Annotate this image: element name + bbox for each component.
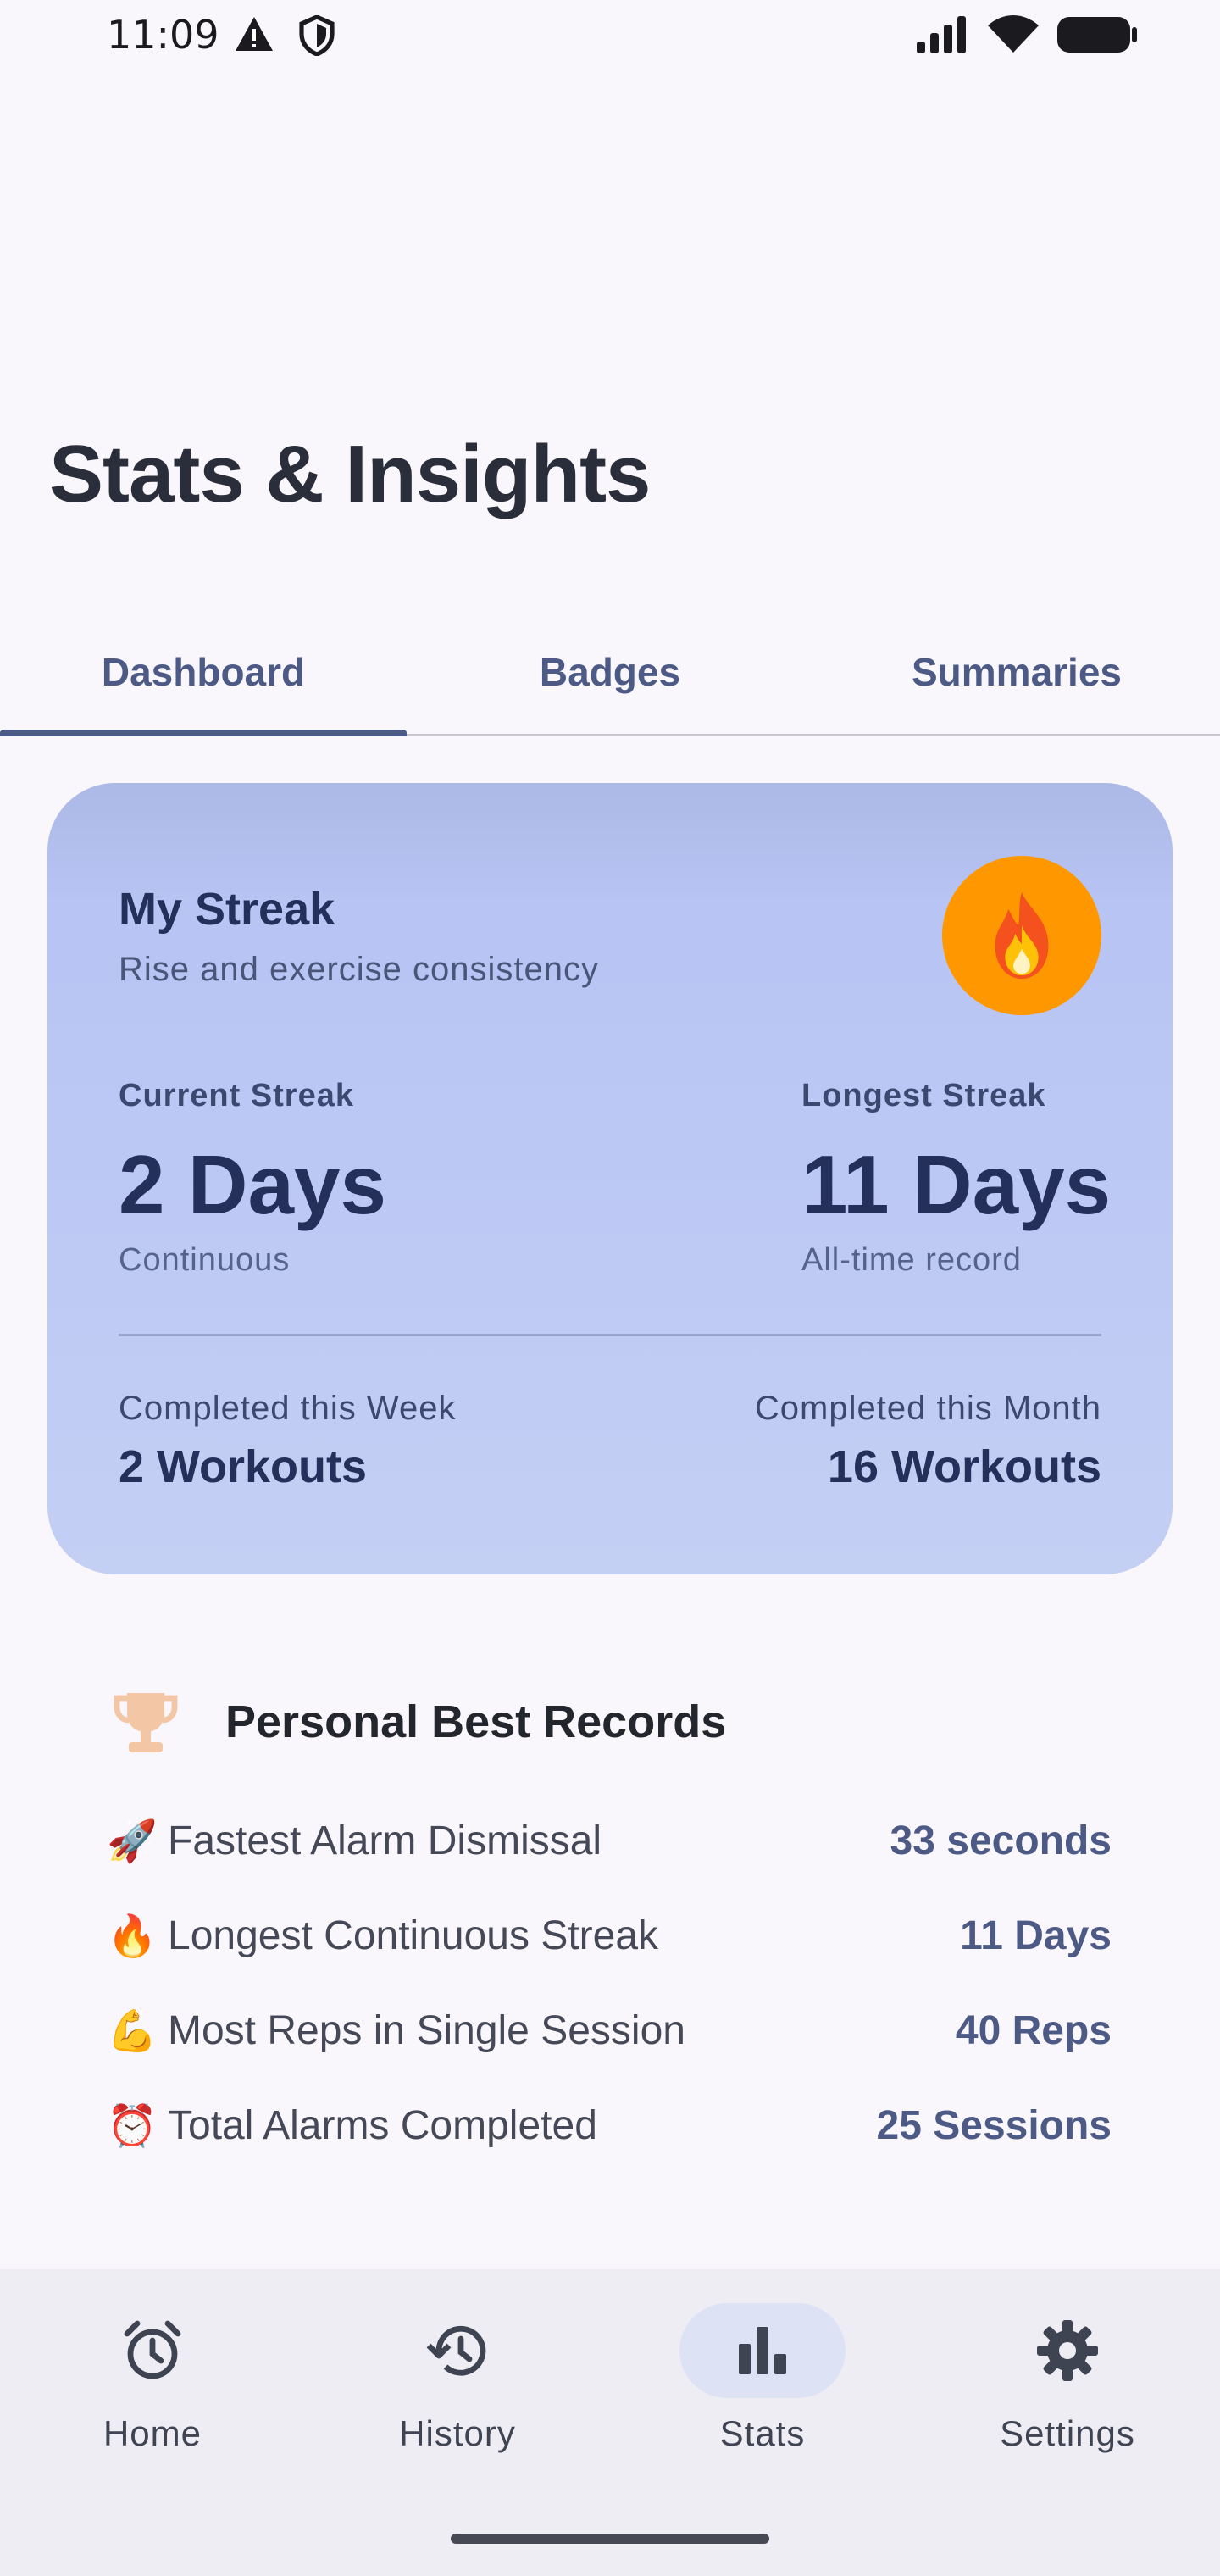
bottom-navigation: Home History Stats Settings	[0, 2269, 1220, 2576]
active-indicator	[679, 2303, 846, 2398]
record-value: 25 Sessions	[876, 2102, 1112, 2148]
alarm-clock-icon	[124, 2320, 181, 2379]
nav-label: History	[399, 2413, 516, 2453]
status-bar: 11:09	[0, 0, 1220, 76]
week-completed-value: 2 Workouts	[119, 1441, 368, 1492]
alarm-clock-icon: ⏰	[107, 2103, 158, 2149]
list-item: 🚀 Fastest Alarm Dismissal 33 seconds	[107, 1807, 1112, 1874]
gear-icon	[1037, 2320, 1098, 2381]
trophy-icon	[114, 1693, 178, 1752]
nav-item-settings[interactable]: Settings	[915, 2303, 1220, 2498]
tab-dashboard[interactable]: Dashboard	[0, 610, 407, 734]
tab-label: Dashboard	[101, 650, 306, 694]
tab-summaries[interactable]: Summaries	[813, 610, 1220, 734]
streak-card: My Streak Rise and exercise consistency …	[47, 783, 1173, 1574]
nav-label: Stats	[719, 2413, 806, 2453]
shield-icon	[299, 15, 335, 56]
bar-chart-icon	[739, 2327, 786, 2374]
page-title: Stats & Insights	[49, 429, 651, 519]
current-streak-note: Continuous	[119, 1242, 291, 1278]
fire-icon: 🔥	[107, 1913, 158, 1959]
record-label: Fastest Alarm Dismissal	[168, 1818, 602, 1863]
nav-item-history[interactable]: History	[305, 2303, 610, 2498]
personal-best-title: Personal Best Records	[225, 1696, 727, 1747]
nav-item-stats[interactable]: Stats	[610, 2303, 915, 2498]
warning-icon	[236, 17, 273, 51]
month-completed-label: Completed this Month	[754, 1390, 1101, 1427]
card-divider	[119, 1334, 1101, 1336]
tab-bar: Dashboard Badges Summaries	[0, 610, 1220, 736]
tab-badges[interactable]: Badges	[407, 610, 813, 734]
fire-badge	[942, 856, 1101, 1015]
record-label: Total Alarms Completed	[168, 2102, 597, 2148]
tab-label: Badges	[539, 650, 681, 694]
longest-streak-label: Longest Streak	[801, 1078, 1046, 1113]
signal-icon	[917, 16, 966, 53]
battery-icon	[1057, 17, 1137, 53]
status-time: 11:09	[107, 12, 219, 58]
active-tab-indicator	[0, 730, 407, 736]
list-item: ⏰ Total Alarms Completed 25 Sessions	[107, 2091, 1112, 2159]
personal-best-header: Personal Best Records	[110, 1686, 726, 1757]
record-value: 11 Days	[960, 1913, 1112, 1958]
record-value: 40 Reps	[955, 2007, 1112, 2053]
current-streak-value: 2 Days	[119, 1138, 387, 1231]
nav-label: Home	[103, 2413, 202, 2453]
flexed-biceps-icon: 💪	[107, 2008, 158, 2054]
fire-icon	[995, 891, 1049, 980]
streak-card-subtitle: Rise and exercise consistency	[119, 951, 600, 988]
tab-label: Summaries	[911, 650, 1122, 694]
record-label: Longest Continuous Streak	[168, 1913, 659, 1958]
nav-label: Settings	[1000, 2413, 1135, 2453]
wifi-icon	[988, 15, 1039, 53]
list-item: 🔥 Longest Continuous Streak 11 Days	[107, 1901, 1112, 1969]
record-label: Most Reps in Single Session	[168, 2007, 685, 2053]
streak-card-title: My Streak	[119, 884, 336, 935]
month-completed-value: 16 Workouts	[827, 1441, 1101, 1492]
rocket-icon: 🚀	[107, 1818, 158, 1864]
history-icon	[426, 2325, 486, 2376]
longest-streak-note: All-time record	[801, 1242, 1022, 1278]
home-indicator[interactable]	[451, 2534, 769, 2544]
longest-streak-value: 11 Days	[801, 1138, 1112, 1231]
list-item: 💪 Most Reps in Single Session 40 Reps	[107, 1996, 1112, 2064]
week-completed-label: Completed this Week	[119, 1390, 457, 1427]
record-value: 33 seconds	[890, 1818, 1112, 1863]
nav-item-home[interactable]: Home	[0, 2303, 305, 2498]
current-streak-label: Current Streak	[119, 1078, 354, 1113]
